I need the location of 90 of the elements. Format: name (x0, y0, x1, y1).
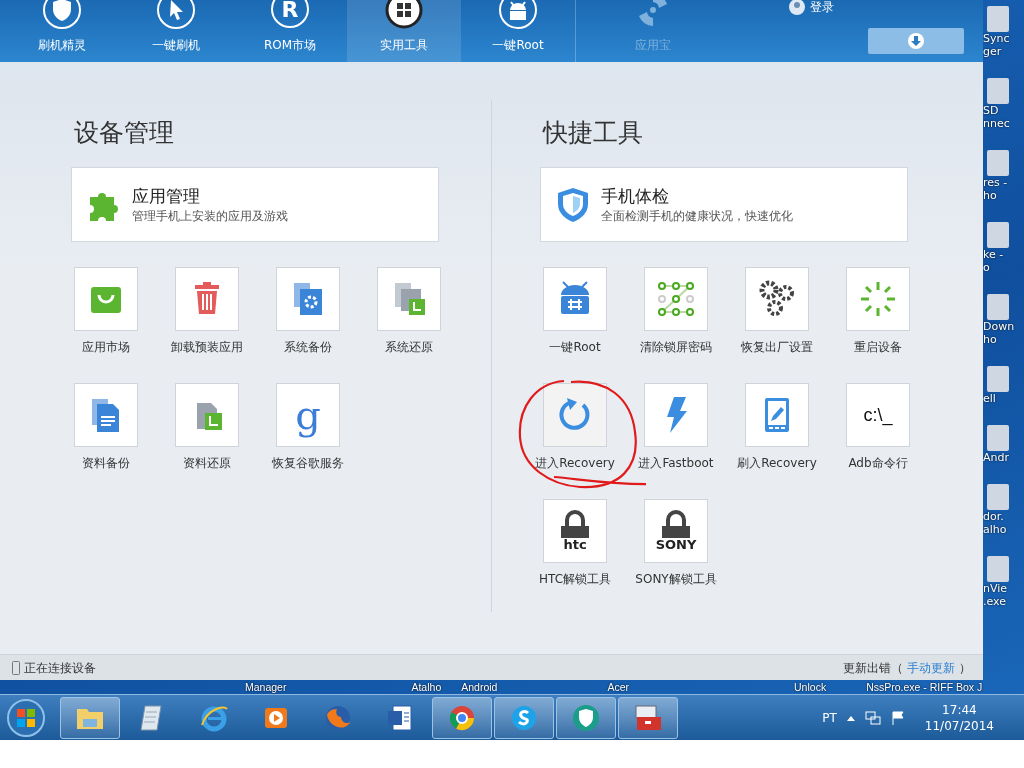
gears-icon (757, 279, 797, 319)
desktop-icon-label: Unlock (794, 680, 827, 694)
tool-label: 系统备份 (283, 339, 333, 356)
desktop-icon-label: res - (983, 176, 1009, 189)
card-description: 全面检测手机的健康状况，快速优化 (601, 207, 793, 225)
desktop-icon-label: Atalho (411, 680, 442, 694)
login-button[interactable]: 登录 (788, 0, 834, 16)
desktop-icon-label: Manager (245, 680, 287, 694)
r-logo: R (271, 0, 309, 28)
tool-button[interactable]: SONY (644, 499, 708, 563)
desktop-icon-label: .exe (983, 595, 1007, 608)
tool-button[interactable] (745, 267, 809, 331)
desktop-icon-label: Acer (607, 680, 630, 694)
desktop-icon-label: nnec (983, 117, 1011, 130)
desktop-icon-label: Sync (983, 32, 1011, 45)
desktop-icon-label: SD (983, 104, 1000, 117)
clock-time: 17:44 (942, 701, 977, 718)
phone-icon (12, 660, 20, 675)
android-icon (498, 0, 538, 30)
feature-card[interactable]: 手机体检 全面检测手机的健康状况，快速优化 (540, 167, 908, 242)
desktop-icon-label: ho (983, 189, 998, 202)
card-title: 手机体检 (601, 184, 670, 207)
nav-tab[interactable]: 一键刷机 (119, 0, 233, 62)
flag-icon (890, 710, 905, 725)
nav-tab[interactable]: 实用工具 (347, 0, 461, 62)
cursor-icon (156, 0, 196, 30)
clock-date: 11/07/2014 (924, 717, 994, 734)
card-description: 管理手机上安装的应用及游戏 (132, 207, 288, 225)
tool-label: 恢复谷歌服务 (271, 455, 345, 472)
card-title: 应用管理 (132, 184, 201, 207)
tool-label: 恢复出厂设置 (740, 339, 814, 356)
tool-label: Adb命令行 (847, 455, 909, 472)
desktop-icon-label: alho (983, 523, 1008, 536)
section-heading: 设备管理 (74, 117, 175, 149)
toolbox-icon (633, 702, 663, 733)
tool-label: 刷入Recovery (736, 455, 818, 472)
shield-icon (42, 0, 82, 30)
language-indicator[interactable]: PT (822, 708, 837, 727)
taskbar-button[interactable] (618, 696, 678, 739)
nav-tab[interactable]: 刷机精灵 (5, 0, 119, 62)
command-prompt-glyph: c:\_ (863, 403, 893, 428)
tool-label: SONY解锁工具 (634, 571, 718, 588)
desktop-icon-label: Android (461, 680, 498, 694)
grid-icon (384, 0, 424, 30)
taskbar-button[interactable] (556, 696, 616, 739)
feature-card[interactable]: 应用管理 管理手机上安装的应用及游戏 (71, 167, 439, 242)
nav-tab[interactable]: 一键Root (461, 0, 575, 62)
download-icon (907, 32, 925, 50)
tool-label: 系统还原 (384, 339, 434, 356)
taskbar-button[interactable] (432, 696, 492, 739)
tool-label: 资料还原 (182, 455, 232, 472)
taskbar-button[interactable] (494, 696, 554, 739)
desktop-icon-label: NssPro.exe - RIFF Box J (866, 680, 983, 694)
desktop-icon-label: ho (983, 333, 998, 346)
up-arrow-icon (846, 714, 855, 721)
download-button[interactable] (868, 28, 964, 54)
tool-label: 应用市场 (81, 339, 131, 356)
desktop-icon-label: dor. (983, 510, 1005, 523)
network-icon (864, 710, 881, 725)
update-error-message: 更新出错（ 手动更新 ） (843, 659, 971, 677)
taskbar-button[interactable] (60, 696, 120, 739)
word-document-icon (385, 702, 415, 733)
sony-logo: SONY (655, 538, 697, 552)
tool-button[interactable]: c:\_ (846, 383, 910, 447)
desktop-icon-label: ke - (983, 248, 1005, 261)
desktop-icon-label: Andr (983, 451, 1010, 464)
desktop-icon-label: Down (983, 320, 1016, 333)
manual-update-link[interactable]: 手动更新 (907, 660, 956, 675)
tool-label: 进入Recovery (534, 455, 616, 472)
htc-logo: htc (563, 538, 587, 552)
desktop-icon-label: ger (983, 45, 1003, 58)
tool-label: HTC解锁工具 (538, 571, 612, 588)
section-heading: 快捷工具 (543, 117, 644, 149)
pattern-lock-icon (656, 279, 696, 319)
loading-spinner-icon (858, 279, 898, 319)
tool-button[interactable]: htc (543, 499, 607, 563)
desktop-icon-label: ell (983, 392, 997, 405)
tool-label: 资料备份 (81, 455, 131, 472)
desktop-icon-label: nVie (983, 582, 1009, 595)
desktop-icon-label: o (983, 261, 991, 274)
connection-status: 正在连接设备 (24, 659, 96, 677)
tool-label: 进入Fastboot (637, 455, 715, 472)
tool-label: 卸载预装应用 (170, 339, 244, 356)
tool-label: 清除锁屏密码 (639, 339, 713, 356)
nav-tab[interactable]: R ROM市场 (233, 0, 347, 62)
tool-button[interactable]: g (276, 383, 340, 447)
shield-icon (571, 702, 601, 733)
tool-label: 重启设备 (853, 339, 903, 356)
avatar-icon (788, 0, 806, 16)
tool-label: 一键Root (548, 339, 602, 356)
